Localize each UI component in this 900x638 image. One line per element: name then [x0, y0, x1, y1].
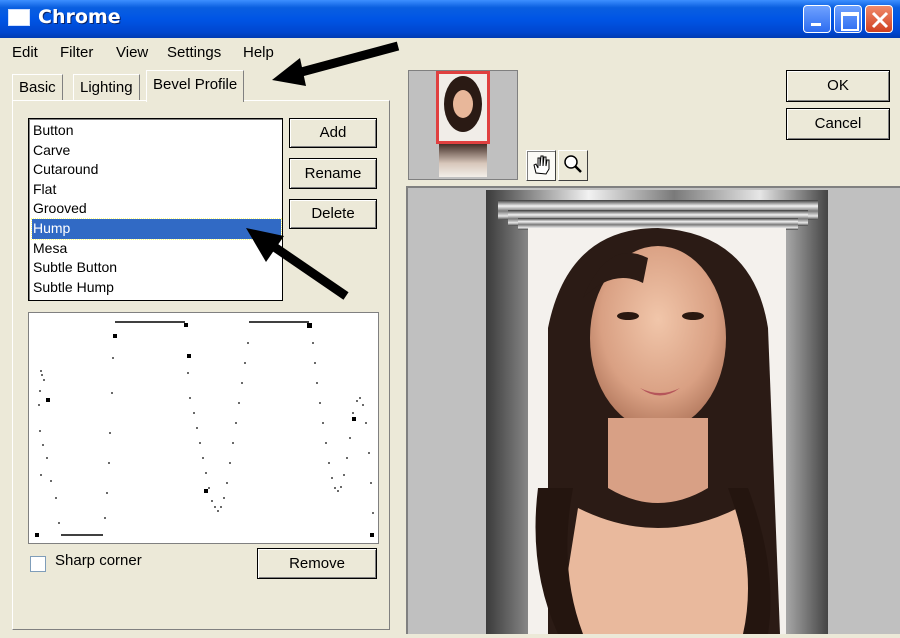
rename-button[interactable]: Rename [289, 158, 377, 189]
list-item[interactable]: Mesa [32, 239, 281, 259]
menu-settings[interactable]: Settings [167, 44, 221, 61]
minimize-button[interactable] [803, 5, 831, 33]
maximize-button[interactable] [834, 5, 862, 33]
tab-lighting[interactable]: Lighting [73, 74, 140, 100]
list-item[interactable]: Flat [32, 180, 281, 200]
tab-basic[interactable]: Basic [12, 74, 63, 100]
curve-dots [38, 342, 374, 524]
profile-list[interactable]: Button Carve Cutaround Flat Grooved Hump… [28, 118, 283, 301]
zoom-tool-button[interactable] [558, 150, 588, 181]
sharp-corner-checkbox[interactable] [30, 556, 46, 572]
delete-button[interactable]: Delete [289, 199, 377, 229]
window-title: Chrome [38, 6, 121, 28]
portrait-thumbnail [439, 74, 487, 141]
close-button[interactable] [865, 5, 893, 33]
preview-area[interactable] [406, 186, 900, 634]
title-bar[interactable]: Chrome [0, 0, 900, 38]
curve-control-points[interactable] [35, 323, 374, 537]
magnifier-icon [564, 155, 582, 173]
sharp-corner-label: Sharp corner [55, 552, 142, 569]
list-item[interactable]: Button [32, 121, 281, 141]
list-item[interactable]: Cutaround [32, 160, 281, 180]
add-button[interactable]: Add [289, 118, 377, 148]
menu-edit[interactable]: Edit [12, 44, 38, 61]
thumbnail-selected[interactable] [436, 71, 490, 144]
profile-curve[interactable] [29, 313, 378, 543]
ok-button[interactable]: OK [786, 70, 890, 102]
chrome-framed-portrait-preview [486, 190, 828, 634]
menu-view[interactable]: View [116, 44, 148, 61]
curve-flat-segments [61, 321, 309, 536]
tab-bevel-profile[interactable]: Bevel Profile [146, 70, 245, 102]
list-item[interactable]: Carve [32, 141, 281, 161]
menu-help[interactable]: Help [243, 44, 274, 61]
list-item[interactable]: Subtle Button [32, 258, 281, 278]
chrome-dialog: Chrome Edit Filter View Settings Help Ba… [0, 0, 900, 634]
list-item[interactable]: Subtle Hump [32, 278, 281, 298]
menu-filter[interactable]: Filter [60, 44, 93, 61]
hand-icon [533, 155, 550, 175]
list-item[interactable]: Grooved [32, 199, 281, 219]
cancel-button[interactable]: Cancel [786, 108, 890, 140]
hand-tool-button[interactable] [526, 150, 556, 181]
remove-button[interactable]: Remove [257, 548, 377, 579]
app-icon [8, 9, 30, 26]
profile-curve-editor[interactable] [28, 312, 379, 544]
close-icon [871, 11, 889, 29]
list-item-selected[interactable]: Hump [31, 218, 282, 240]
thumbnail-lower [439, 143, 487, 177]
